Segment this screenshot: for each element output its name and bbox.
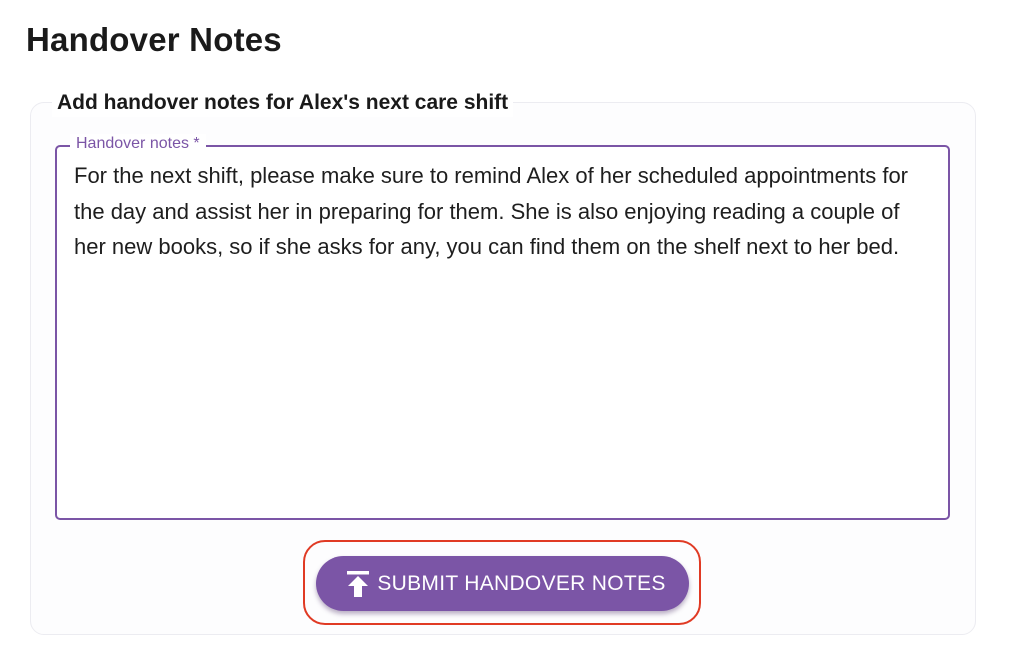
upload-icon <box>345 570 371 598</box>
handover-notes-page: Handover Notes Add handover notes for Al… <box>0 0 1012 658</box>
handover-notes-textarea[interactable]: For the next shift, please make sure to … <box>74 158 934 265</box>
submit-button-label: SUBMIT HANDOVER NOTES <box>377 571 666 595</box>
section-title: Add handover notes for Alex's next care … <box>52 89 514 117</box>
page-title: Handover Notes <box>26 21 282 58</box>
handover-notes-label: Handover notes * <box>70 134 206 154</box>
submit-handover-notes-button[interactable]: SUBMIT HANDOVER NOTES <box>316 556 689 611</box>
